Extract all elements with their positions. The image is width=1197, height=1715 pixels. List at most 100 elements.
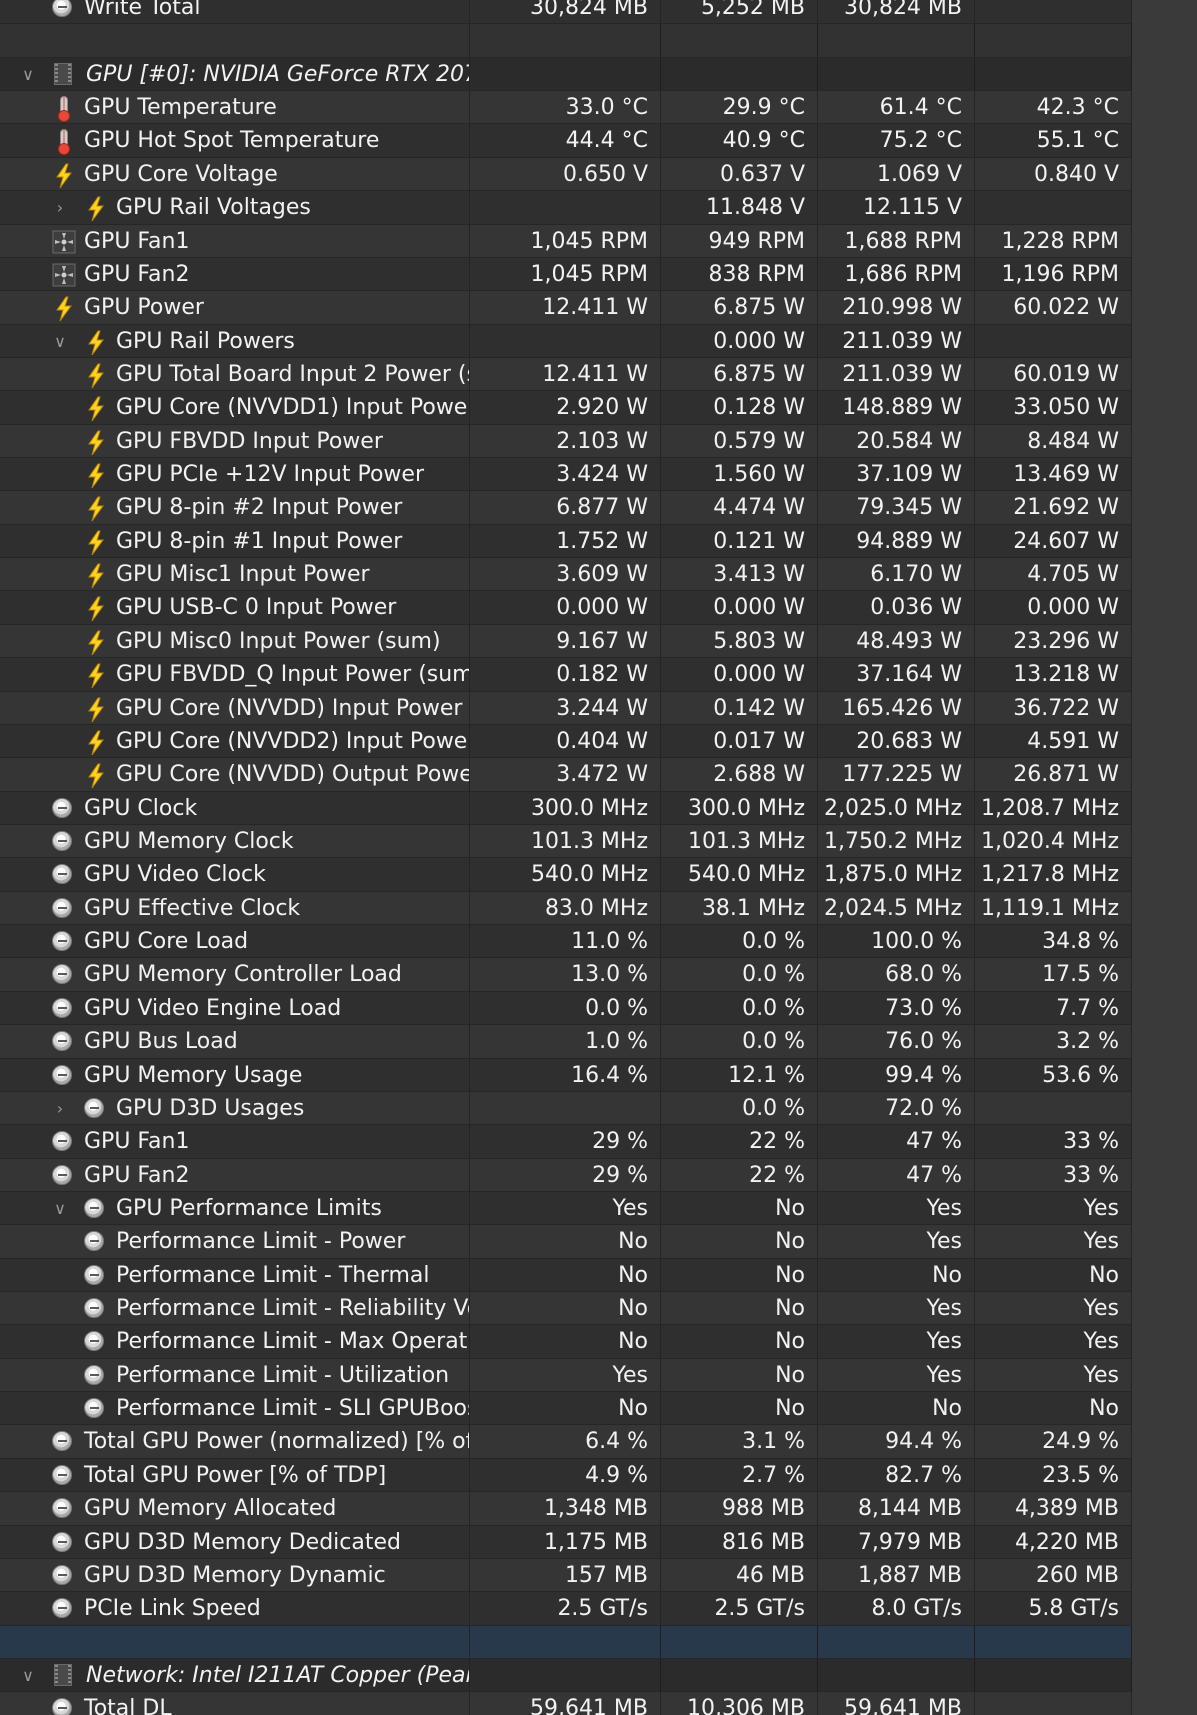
sensor-name: Total DL — [84, 1696, 172, 1715]
sensor-row[interactable]: GPU FBVDD Input Power 2.103 W 0.579 W 20.58… — [0, 424, 1132, 459]
maximum-value: 211.039 W — [818, 357, 975, 391]
sensor-row[interactable]: GPU Memory Controller Load 13.0 % 0.0 % 68.… — [0, 958, 1132, 992]
sensor-row[interactable]: GPU FBVDD_Q Input Power (sum) 0.182 W 0.00… — [0, 658, 1132, 692]
sensor-name: GPU Memory Usage — [84, 1062, 303, 1088]
sensor-row[interactable]: GPU Misc1 Input Power 3.609 W 3.413 W 6.170… — [0, 558, 1132, 592]
sensor-row[interactable]: GPU Core (NVVDD) Output Power 3.472 W 2.68… — [0, 758, 1132, 792]
collapse-chevron-icon[interactable]: ∨ — [18, 58, 38, 90]
sensor-row[interactable]: GPU Core (NVVDD1) Input Power (...2.920 … — [0, 391, 1132, 425]
sensor-row[interactable]: ∨ GPU Rail Powers 0.000 W 211.039 W — [0, 324, 1132, 358]
sensor-row[interactable]: GPU Hot Spot Temperature 44.4 °C 40.9 °C 75… — [0, 124, 1132, 158]
current-value: Yes — [470, 1358, 661, 1392]
sensor-row[interactable]: › GPU D3D Usages 0.0 % 72.0 % — [0, 1091, 1132, 1126]
maximum-value: 79.345 W — [818, 491, 975, 524]
collapse-chevron-icon[interactable]: ∨ — [50, 325, 70, 357]
sensor-label-cell: GPU Hot Spot Temperature — [0, 124, 470, 157]
current-value — [470, 1091, 661, 1125]
sensor-row[interactable]: GPU Core (NVVDD2) Input Power (...0.404 … — [0, 724, 1132, 759]
maximum-value: Yes — [818, 1358, 975, 1392]
sensor-row[interactable]: GPU Core Voltage 0.650 V 0.637 V 1.069 V 0.8… — [0, 157, 1132, 192]
sensor-row[interactable]: GPU Fan1 1,045 RPM 949 RPM 1,688 RPM 1,228 R… — [0, 224, 1132, 258]
sensor-row[interactable]: GPU Memory Usage 16.4 % 12.1 % 99.4 % 53.6 % — [0, 1058, 1132, 1092]
sensor-row[interactable]: GPU Core (NVVDD) Input Power (s...3.244 … — [0, 691, 1132, 725]
sensor-row[interactable]: Performance Limit - SLI GPUBoost ...NoNo… — [0, 1392, 1132, 1426]
sensor-row[interactable]: PCIe Link Speed 2.5 GT/s 2.5 GT/s 8.0 GT/s 5… — [0, 1592, 1132, 1626]
maximum-value: 100.0 % — [818, 925, 975, 958]
group-header-row[interactable]: ∨ Network: Intel I211AT Copper (Pears... — [0, 1658, 1132, 1693]
current-value: 4.9 % — [470, 1458, 661, 1492]
sensor-name: GPU Memory Allocated — [84, 1496, 337, 1522]
sensor-row[interactable]: GPU D3D Memory Dedicated 1,175 MB 816 MB 7,… — [0, 1525, 1132, 1559]
lightning-bolt-icon — [84, 530, 108, 556]
sensor-row[interactable]: › GPU Rail Voltages 11.848 V 12.115 V — [0, 191, 1132, 225]
maximum-value: 47 % — [818, 1125, 975, 1158]
sensor-row[interactable]: GPU Video Engine Load 0.0 % 0.0 % 73.0 % 7.7… — [0, 991, 1132, 1026]
sensor-row[interactable]: GPU Memory Allocated 1,348 MB 988 MB 8,144 … — [0, 1492, 1132, 1526]
collapse-chevron-icon[interactable]: ∨ — [18, 1659, 38, 1691]
sensor-row[interactable]: Performance Limit - Max Operating...NoNo… — [0, 1325, 1132, 1359]
sensor-row[interactable]: GPU Total Board Input 2 Power (s... 12.41… — [0, 357, 1132, 392]
maximum-value: 99.4 % — [818, 1058, 975, 1091]
sensor-row[interactable]: Total GPU Power (normalized) [% of T... 6… — [0, 1425, 1132, 1459]
empty-row[interactable] — [0, 1625, 1132, 1659]
sensor-name: GPU Power — [84, 295, 204, 321]
minimum-value: 3.413 W — [661, 558, 818, 591]
sensor-row[interactable]: GPU Fan2 29 % 22 % 47 % 33 % — [0, 1158, 1132, 1192]
sensor-row[interactable]: GPU D3D Memory Dynamic 157 MB 46 MB 1,887 M… — [0, 1558, 1132, 1593]
expand-chevron-icon[interactable]: › — [50, 1092, 70, 1124]
expand-chevron-icon[interactable]: › — [50, 191, 70, 223]
sensor-label-cell: GPU Power — [0, 291, 470, 324]
maximum-value: 47 % — [818, 1158, 975, 1191]
sensor-gauge-icon — [52, 1031, 72, 1052]
current-value: 29 % — [470, 1158, 661, 1191]
empty-row[interactable] — [0, 24, 1132, 58]
sensor-name: Total GPU Power [% of TDP] — [84, 1462, 387, 1488]
sensor-row[interactable]: GPU Fan1 29 % 22 % 47 % 33 % — [0, 1125, 1132, 1159]
current-value: 13.0 % — [470, 958, 661, 991]
current-value: 1,045 RPM — [470, 257, 661, 291]
sensor-row[interactable]: GPU Effective Clock 83.0 MHz 38.1 MHz 2,024… — [0, 891, 1132, 926]
sensor-row[interactable]: GPU Core Load 11.0 % 0.0 % 100.0 % 34.8 % — [0, 925, 1132, 959]
sensor-row[interactable]: GPU Memory Clock 101.3 MHz 101.3 MHz 1,750.… — [0, 824, 1132, 859]
sensor-row[interactable]: GPU PCIe +12V Input Power 3.424 W 1.560 W3… — [0, 458, 1132, 492]
average-value: 33.050 W — [975, 391, 1132, 424]
sensor-row[interactable]: GPU Clock 300.0 MHz 300.0 MHz 2,025.0 MHz 1,… — [0, 791, 1132, 825]
sensor-row[interactable]: Performance Limit - Reliability Volt...N… — [0, 1292, 1132, 1326]
lightning-bolt-icon — [84, 363, 108, 389]
thermometer-icon — [52, 96, 76, 123]
sensor-row[interactable]: Performance Limit - Power No No Yes Yes — [0, 1225, 1132, 1259]
group-title: GPU [#0]: NVIDIA GeForce RTX 2070 ... — [86, 61, 469, 87]
maximum-value: Yes — [818, 1191, 975, 1225]
sensor-label-cell: GPU Core (NVVDD) Input Power (s... — [0, 691, 470, 724]
average-value: 3.2 % — [975, 1025, 1132, 1058]
minimum-value: 22 % — [661, 1158, 818, 1191]
sensor-row[interactable]: GPU USB-C 0 Input Power 0.000 W 0.000 W 0.0… — [0, 591, 1132, 625]
sensor-row[interactable]: GPU Temperature 33.0 °C 29.9 °C 61.4 °C 42.3… — [0, 91, 1132, 125]
sensor-row[interactable]: ∨ GPU Performance Limits Yes No Yes Yes — [0, 1191, 1132, 1226]
current-value: 6.877 W — [470, 491, 661, 524]
sensor-row[interactable]: Total GPU Power [% of TDP] 4.9 % 2.7 % 82.7… — [0, 1458, 1132, 1493]
sensor-row[interactable]: GPU Fan2 1,045 RPM 838 RPM 1,686 RPM 1,196 R… — [0, 257, 1132, 292]
current-value: 157 MB — [470, 1558, 661, 1592]
minimum-value: 540.0 MHz — [661, 858, 818, 891]
sensor-gauge-icon — [84, 1298, 104, 1319]
sensor-name: GPU Total Board Input 2 Power (s... — [116, 361, 470, 387]
lightning-bolt-icon — [52, 296, 76, 322]
sensor-row[interactable]: Write Total 30,824 MB 5,252 MB 30,824 MB — [0, 0, 1132, 25]
sensor-row[interactable]: GPU 8-pin #1 Input Power 1.752 W 0.121 W 94… — [0, 524, 1132, 559]
sensor-row[interactable]: Performance Limit - Thermal No No No No — [0, 1258, 1132, 1293]
sensor-label-cell: › GPU Rail Voltages — [0, 191, 470, 224]
sensor-row[interactable]: GPU Bus Load 1.0 % 0.0 % 76.0 % 3.2 % — [0, 1025, 1132, 1059]
maximum-value: No — [818, 1392, 975, 1425]
collapse-chevron-icon[interactable]: ∨ — [50, 1192, 70, 1224]
group-header-row[interactable]: ∨ GPU [#0]: NVIDIA GeForce RTX 2070 ... — [0, 57, 1132, 92]
sensor-row[interactable]: GPU Misc0 Input Power (sum) 9.167 W 5.803 … — [0, 624, 1132, 659]
sensor-row[interactable]: Performance Limit - Utilization Yes No Yes Y… — [0, 1358, 1132, 1393]
sensor-gauge-icon — [84, 1097, 104, 1118]
sensor-label-cell: GPU Bus Load — [0, 1025, 470, 1058]
sensor-row[interactable]: Total DL 59,641 MB 10,306 MB 59,641 MB — [0, 1692, 1132, 1715]
sensor-row[interactable]: GPU Video Clock 540.0 MHz 540.0 MHz 1,875.0… — [0, 858, 1132, 892]
sensor-row[interactable]: GPU Power 12.411 W 6.875 W 210.998 W 60.022 … — [0, 291, 1132, 325]
sensor-name: GPU Core (NVVDD) Input Power (s... — [116, 695, 469, 721]
sensor-row[interactable]: GPU 8-pin #2 Input Power 6.877 W 4.474 W 79… — [0, 491, 1132, 525]
